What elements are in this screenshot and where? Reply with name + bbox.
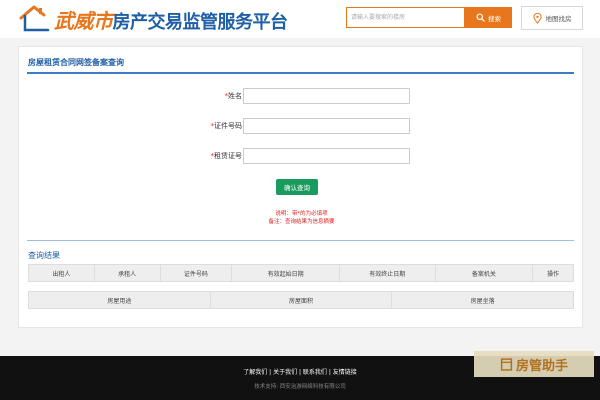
footer-link-friend-links[interactable]: 友情链接 [333,369,357,376]
id-number-field-label: *证件号码 [210,122,243,130]
lease-cert-input[interactable] [243,148,410,164]
footer-link-about-us[interactable]: 关于我们 [273,369,297,376]
id-number-field-row: *证件号码 [19,118,584,134]
watermark-badge: 房管助手 [474,351,594,377]
search-box [346,7,465,28]
col-house-location: 房屋坐落 [470,297,495,305]
lease-cert-field-label: *租赁证号 [210,152,243,160]
watermark-text: 房管助手 [515,358,568,374]
site-logo-title[interactable]: 武威市房产交易监管服务平台 [54,5,288,34]
logo-city-name: 武威市 [54,9,113,33]
door-icon [500,357,513,371]
results-divider [27,240,574,241]
col-action: 操作 [547,270,560,278]
map-link-label: 地图找房 [545,15,572,23]
name-input[interactable] [243,88,410,104]
name-field-label: *姓名 [224,92,243,100]
search-icon [476,13,485,22]
lease-cert-field-row: *租赁证号 [19,148,584,164]
note-required: 说明：带*的为必填项 [275,211,328,217]
search-input[interactable] [347,8,464,27]
title-divider [27,72,574,74]
col-house-use: 房屋用途 [29,292,211,308]
col-end-date: 有效终止日期 [340,265,436,281]
map-search-link[interactable]: 地图找房 [521,6,583,30]
search-button-label: 搜索 [488,14,501,23]
name-field-row: *姓名 [19,88,584,104]
col-lessor: 出租人 [29,265,95,281]
id-number-input[interactable] [243,118,410,134]
map-pin-icon [532,12,542,24]
footer-link-contact-us[interactable]: 联系我们 [303,369,327,376]
col-house-area: 房屋面积 [211,292,393,308]
query-form-title: 房屋租赁合同网签备案查询 [28,58,124,67]
query-card: 房屋租赁合同网签备案查询 *姓名 *证件号码 *租赁证号 确认查询 说明：带*的… [18,46,583,328]
note-summary: 备注：查询结果为信息摘要 [268,219,335,225]
tech-support-text: 技术支持: 西安治游网络科技有限公司 [254,384,346,390]
results-table-subheader: 房屋用途 房屋面积 房屋坐落 [28,291,574,309]
site-header: 武威市房产交易监管服务平台 搜索 地图找房 [0,0,600,38]
logo-platform-name: 房产交易监管服务平台 [112,12,289,33]
house-logo-icon [19,5,50,32]
results-table-header: 出租人 承租人 证件号码 有效起始日期 有效终止日期 备案机关 操作 [28,264,574,282]
confirm-query-button[interactable]: 确认查询 [276,179,318,195]
form-notes: 说明：带*的为必填项 备注：查询结果为信息摘要 [19,210,584,226]
footer-link-understand-us[interactable]: 了解我们 [243,369,267,376]
col-filing-authority: 备案机关 [436,265,534,281]
search-button[interactable]: 搜索 [465,7,512,28]
col-start-date: 有效起始日期 [232,265,340,281]
results-title: 查询结果 [28,251,60,260]
col-id-number: 证件号码 [161,265,233,281]
col-lessee: 承租人 [95,265,161,281]
